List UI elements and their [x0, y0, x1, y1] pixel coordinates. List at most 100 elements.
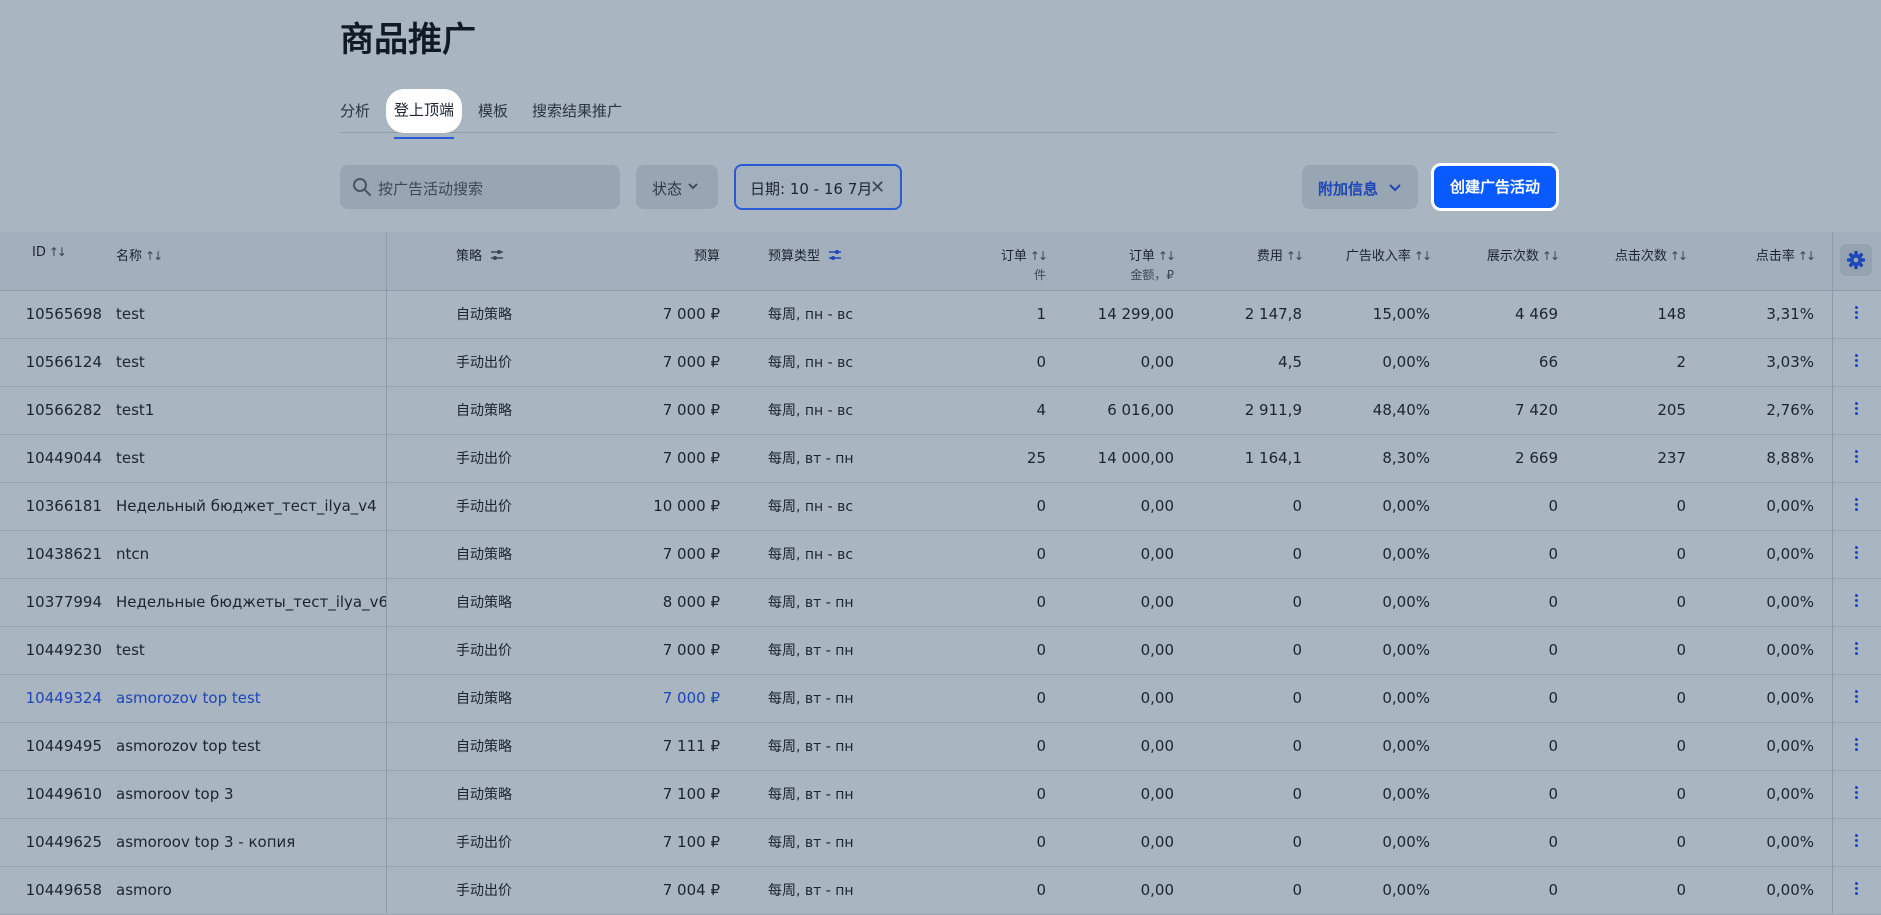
cell-budget-type: 每周, вт - пн — [768, 451, 854, 467]
cell-id[interactable]: 10449324 — [26, 689, 102, 707]
col-header-impressions[interactable]: 展示次数 ↑↓ — [1487, 245, 1560, 264]
cell-id[interactable]: 10566282 — [26, 401, 102, 419]
col-header-cost[interactable]: 费用 ↑↓ — [1257, 245, 1304, 264]
tab-templates[interactable]: 模板 — [478, 100, 508, 121]
row-menu-icon[interactable] — [1850, 400, 1862, 420]
cell-impressions: 0 — [1548, 497, 1558, 515]
table-row[interactable]: 10449324 asmorozov top test 自动策略 7 000 ₽ 每周,… — [0, 674, 1881, 723]
table-row[interactable]: 10438621 ntcn 自动策略 7 000 ₽ 每周, пн - вс 0 0,00 0… — [0, 530, 1881, 579]
col-header-name[interactable]: 名称 ↑↓ — [116, 245, 163, 264]
cell-name[interactable]: test — [116, 305, 145, 323]
filter-sliders-icon[interactable] — [490, 249, 504, 261]
cell-name[interactable]: Недельные бюджеты_тест_ilya_v6 — [116, 593, 388, 611]
table-row[interactable]: 10565698 test 自动策略 7 000 ₽ 每周, пн - вс 1 14 29… — [0, 290, 1881, 339]
cell-id[interactable]: 10449610 — [26, 785, 102, 803]
table-row[interactable]: 10449230 test 手动出价 7 000 ₽ 每周, вт - пн 0 0,00 0… — [0, 626, 1881, 675]
cell-budget: 10 000 ₽ — [653, 497, 720, 515]
cell-name[interactable]: asmorozov top test — [116, 737, 261, 755]
table-row[interactable]: 10449610 asmoroov top 3 自动策略 7 100 ₽ 每周, вт … — [0, 770, 1881, 819]
cell-budget-type: 每周, пн - вс — [768, 355, 854, 371]
col-header-strategy[interactable]: 策略 — [456, 245, 504, 264]
cell-id[interactable]: 10366181 — [26, 497, 102, 515]
col-header-orders-sum[interactable]: 订单 ↑↓ 金额，₽ — [1129, 245, 1176, 283]
col-header-budget-type[interactable]: 预算类型 — [768, 245, 842, 264]
cell-ctr: 0,00% — [1766, 593, 1814, 611]
cell-impressions: 0 — [1548, 641, 1558, 659]
cell-ctr: 3,31% — [1766, 305, 1814, 323]
cell-name[interactable]: test — [116, 353, 145, 371]
cell-orders-sum: 0,00 — [1140, 737, 1174, 755]
cell-ctr: 2,76% — [1766, 401, 1814, 419]
create-campaign-button[interactable]: 创建广告活动 — [1431, 163, 1559, 211]
row-menu-icon[interactable] — [1850, 352, 1862, 372]
row-menu-icon[interactable] — [1850, 592, 1862, 612]
cell-orders-sum: 0,00 — [1140, 593, 1174, 611]
cell-budget-type: 每周, пн - вс — [768, 547, 854, 563]
status-filter-button[interactable]: 状态 — [636, 165, 718, 209]
row-menu-icon[interactable] — [1850, 832, 1862, 852]
col-header-orders-count[interactable]: 订单 ↑↓ 件 — [1001, 245, 1048, 283]
cell-clicks: 205 — [1657, 401, 1686, 419]
col-header-ctr[interactable]: 点击率 ↑↓ — [1756, 245, 1816, 264]
row-menu-icon[interactable] — [1850, 496, 1862, 516]
tab-search-promo[interactable]: 搜索结果推广 — [532, 100, 622, 121]
cell-id[interactable]: 10449658 — [26, 881, 102, 899]
cell-id[interactable]: 10449625 — [26, 833, 102, 851]
table-row[interactable]: 10377994 Недельные бюджеты_тест_ilya_v6 自动… — [0, 578, 1881, 627]
cell-id[interactable]: 10566124 — [26, 353, 102, 371]
cell-name[interactable]: test — [116, 449, 145, 467]
cell-cost: 0 — [1292, 641, 1302, 659]
cell-id[interactable]: 10449044 — [26, 449, 102, 467]
col-header-clicks[interactable]: 点击次数 ↑↓ — [1615, 245, 1688, 264]
cell-budget-type: 每周, вт - пн — [768, 883, 854, 899]
row-menu-icon[interactable] — [1850, 640, 1862, 660]
table-row[interactable]: 10566282 test1 自动策略 7 000 ₽ 每周, пн - вс 4 6 01… — [0, 386, 1881, 435]
cell-name[interactable]: test — [116, 641, 145, 659]
cell-orders-sum: 14 000,00 — [1097, 449, 1174, 467]
cell-strategy: 自动策略 — [456, 307, 512, 323]
cell-name[interactable]: asmoroov top 3 - копия — [116, 833, 295, 851]
date-filter-chip[interactable]: 日期: 10 - 16 7月 ✕ — [734, 164, 902, 210]
table-row[interactable]: 10449658 asmoro 手动出价 7 004 ₽ 每周, вт - пн 0 0,0… — [0, 866, 1881, 915]
cell-strategy: 手动出价 — [456, 355, 512, 371]
cell-id[interactable]: 10449495 — [26, 737, 102, 755]
table-row[interactable]: 10366181 Недельный бюджет_тест_ilya_v4 手动出… — [0, 482, 1881, 531]
table-row[interactable]: 10449625 asmoroov top 3 - копия 手动出价 7 100 … — [0, 818, 1881, 867]
col-header-id[interactable]: ID ↑↓ — [32, 245, 67, 260]
extra-info-button[interactable]: 附加信息 — [1302, 165, 1418, 209]
cell-strategy: 自动策略 — [456, 787, 512, 803]
cell-name[interactable]: test1 — [116, 401, 154, 419]
row-menu-icon[interactable] — [1850, 784, 1862, 804]
cell-id[interactable]: 10565698 — [26, 305, 102, 323]
cell-budget: 7 000 ₽ — [662, 305, 720, 323]
tab-analytics[interactable]: 分析 — [340, 100, 370, 121]
cell-id[interactable]: 10438621 — [26, 545, 102, 563]
cell-id[interactable]: 10377994 — [26, 593, 102, 611]
cell-orders-sum: 6 016,00 — [1107, 401, 1174, 419]
cell-orders-sum: 0,00 — [1140, 833, 1174, 851]
cell-clicks: 0 — [1676, 641, 1686, 659]
row-menu-icon[interactable] — [1850, 544, 1862, 564]
cell-name[interactable]: ntcn — [116, 545, 149, 563]
cell-name[interactable]: asmorozov top test — [116, 689, 261, 707]
table-row[interactable]: 10566124 test 手动出价 7 000 ₽ 每周, пн - вс 0 0,00 4… — [0, 338, 1881, 387]
search-input[interactable]: 按广告活动搜索 — [340, 165, 620, 209]
cell-impressions: 4 469 — [1515, 305, 1558, 323]
row-menu-icon[interactable] — [1850, 304, 1862, 324]
row-menu-icon[interactable] — [1850, 880, 1862, 900]
table-row[interactable]: 10449495 asmorozov top test 自动策略 7 111 ₽ 每周,… — [0, 722, 1881, 771]
cell-name[interactable]: asmoroov top 3 — [116, 785, 234, 803]
filter-sliders-icon[interactable] — [828, 249, 842, 261]
table-settings-button[interactable] — [1840, 244, 1872, 276]
table-row[interactable]: 10449044 test 手动出价 7 000 ₽ 每周, вт - пн 25 14 0… — [0, 434, 1881, 483]
row-menu-icon[interactable] — [1850, 736, 1862, 756]
tab-top[interactable]: 登上顶端 — [386, 89, 463, 139]
close-icon[interactable]: ✕ — [870, 177, 885, 198]
col-header-ad-rate[interactable]: 广告收入率 ↑↓ — [1346, 245, 1432, 264]
row-menu-icon[interactable] — [1850, 448, 1862, 468]
cell-name[interactable]: Недельный бюджет_тест_ilya_v4 — [116, 497, 377, 515]
cell-id[interactable]: 10449230 — [26, 641, 102, 659]
row-menu-icon[interactable] — [1850, 688, 1862, 708]
cell-name[interactable]: asmoro — [116, 881, 172, 899]
cell-impressions: 0 — [1548, 785, 1558, 803]
